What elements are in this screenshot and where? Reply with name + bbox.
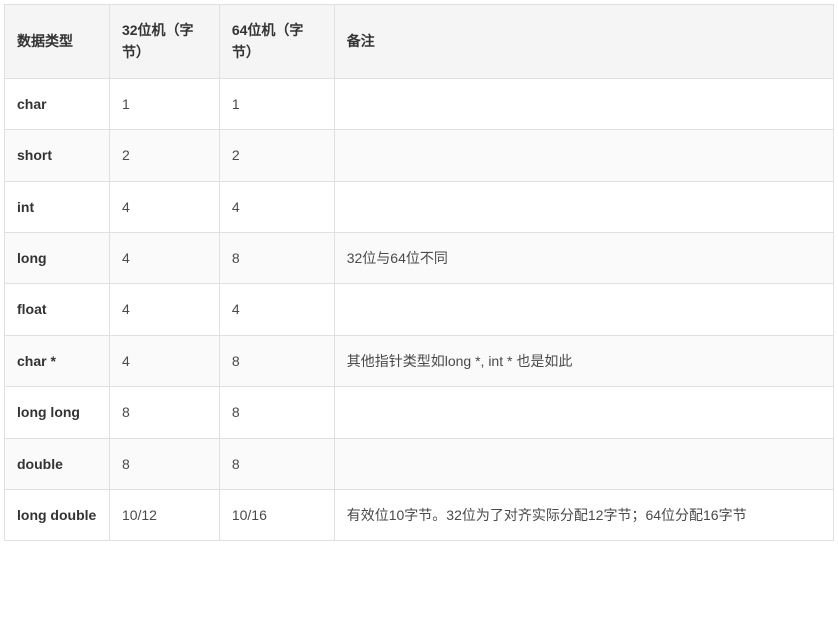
cell-note: 32位与64位不同 xyxy=(334,232,833,283)
cell-32bit: 4 xyxy=(109,284,219,335)
cell-note xyxy=(334,284,833,335)
cell-32bit: 1 xyxy=(109,78,219,129)
cell-note xyxy=(334,130,833,181)
table-row: long 4 8 32位与64位不同 xyxy=(5,232,834,283)
cell-32bit: 4 xyxy=(109,232,219,283)
cell-32bit: 2 xyxy=(109,130,219,181)
cell-type: float xyxy=(5,284,110,335)
cell-note xyxy=(334,181,833,232)
header-row: 数据类型 32位机（字节） 64位机（字节） 备注 xyxy=(5,5,834,79)
table-row: short 2 2 xyxy=(5,130,834,181)
table-row: float 4 4 xyxy=(5,284,834,335)
cell-type: long double xyxy=(5,489,110,540)
cell-32bit: 8 xyxy=(109,438,219,489)
cell-32bit: 4 xyxy=(109,181,219,232)
cell-type: double xyxy=(5,438,110,489)
cell-32bit: 10/12 xyxy=(109,489,219,540)
cell-64bit: 2 xyxy=(219,130,334,181)
header-64bit: 64位机（字节） xyxy=(219,5,334,79)
cell-type: char xyxy=(5,78,110,129)
cell-64bit: 8 xyxy=(219,387,334,438)
cell-type: short xyxy=(5,130,110,181)
header-note: 备注 xyxy=(334,5,833,79)
cell-note xyxy=(334,438,833,489)
table-row: char * 4 8 其他指针类型如long *, int * 也是如此 xyxy=(5,335,834,386)
cell-32bit: 4 xyxy=(109,335,219,386)
cell-type: int xyxy=(5,181,110,232)
cell-note xyxy=(334,387,833,438)
table-row: int 4 4 xyxy=(5,181,834,232)
data-type-size-table: 数据类型 32位机（字节） 64位机（字节） 备注 char 1 1 short… xyxy=(4,4,834,541)
header-data-type: 数据类型 xyxy=(5,5,110,79)
table-row: long long 8 8 xyxy=(5,387,834,438)
cell-64bit: 8 xyxy=(219,232,334,283)
cell-note: 有效位10字节。32位为了对齐实际分配12字节；64位分配16字节 xyxy=(334,489,833,540)
table-row: char 1 1 xyxy=(5,78,834,129)
cell-type: long long xyxy=(5,387,110,438)
cell-32bit: 8 xyxy=(109,387,219,438)
cell-64bit: 4 xyxy=(219,181,334,232)
table-row: long double 10/12 10/16 有效位10字节。32位为了对齐实… xyxy=(5,489,834,540)
cell-note: 其他指针类型如long *, int * 也是如此 xyxy=(334,335,833,386)
cell-type: long xyxy=(5,232,110,283)
cell-64bit: 8 xyxy=(219,335,334,386)
cell-note xyxy=(334,78,833,129)
table-row: double 8 8 xyxy=(5,438,834,489)
cell-64bit: 4 xyxy=(219,284,334,335)
cell-64bit: 8 xyxy=(219,438,334,489)
cell-type: char * xyxy=(5,335,110,386)
header-32bit: 32位机（字节） xyxy=(109,5,219,79)
cell-64bit: 1 xyxy=(219,78,334,129)
cell-64bit: 10/16 xyxy=(219,489,334,540)
